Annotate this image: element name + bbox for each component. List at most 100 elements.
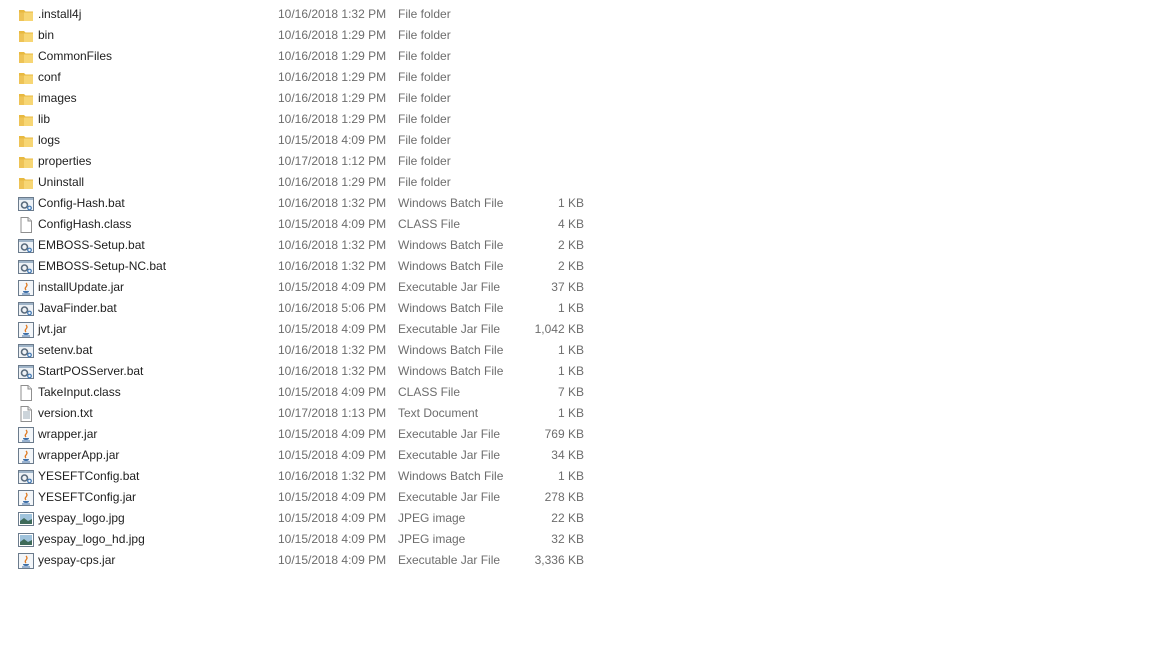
folder-icon bbox=[18, 49, 34, 65]
file-type: File folder bbox=[398, 49, 451, 63]
file-type: Windows Batch File bbox=[398, 259, 504, 273]
file-name: lib bbox=[38, 112, 51, 126]
file-date-modified: 10/15/2018 4:09 PM bbox=[278, 427, 387, 441]
file-type: Windows Batch File bbox=[398, 364, 504, 378]
file-type: Windows Batch File bbox=[398, 343, 504, 357]
file-date-modified: 10/15/2018 4:09 PM bbox=[278, 280, 387, 294]
file-date-modified: 10/16/2018 1:32 PM bbox=[278, 343, 387, 357]
file-date-modified: 10/16/2018 1:29 PM bbox=[278, 112, 387, 126]
file-date-modified: 10/16/2018 1:32 PM bbox=[278, 259, 387, 273]
file-size: 1 KB bbox=[557, 469, 584, 483]
folder-icon bbox=[18, 28, 34, 44]
file-row[interactable]: wrapper.jar 10/15/2018 4:09 PM Executable … bbox=[0, 424, 600, 445]
batch-file-icon bbox=[18, 301, 34, 317]
file-row[interactable]: Uninstall 10/16/2018 1:29 PM File folder bbox=[0, 172, 600, 193]
folder-icon bbox=[18, 133, 34, 149]
file-row[interactable]: ConfigHash.class 10/15/2018 4:09 PM CLASS … bbox=[0, 214, 600, 235]
file-name: CommonFiles bbox=[38, 49, 113, 63]
file-name: conf bbox=[38, 70, 61, 84]
file-size: 2 KB bbox=[557, 238, 584, 252]
file-name: Uninstall bbox=[38, 175, 85, 189]
image-file-icon bbox=[18, 511, 34, 527]
file-size: 2 KB bbox=[557, 259, 584, 273]
file-row[interactable]: .install4j 10/16/2018 1:32 PM File folder bbox=[0, 4, 600, 25]
file-row[interactable]: yespay_logo.jpg 10/15/2018 4:09 PM JPEG im… bbox=[0, 508, 600, 529]
file-date-modified: 10/16/2018 1:32 PM bbox=[278, 196, 387, 210]
file-type: File folder bbox=[398, 7, 451, 21]
file-name: wrapper.jar bbox=[38, 427, 98, 441]
file-row[interactable]: setenv.bat 10/16/2018 1:32 PM Windows Batc… bbox=[0, 340, 600, 361]
file-name: StartPOSServer.bat bbox=[38, 364, 144, 378]
file-size: 1,042 KB bbox=[534, 322, 584, 336]
file-name: images bbox=[38, 91, 77, 105]
file-date-modified: 10/15/2018 4:09 PM bbox=[278, 133, 387, 147]
file-row[interactable]: logs 10/15/2018 4:09 PM File folder bbox=[0, 130, 600, 151]
batch-file-icon bbox=[18, 259, 34, 275]
file-date-modified: 10/16/2018 1:32 PM bbox=[278, 238, 387, 252]
java-jar-icon bbox=[18, 280, 34, 296]
file-row[interactable]: wrapperApp.jar 10/15/2018 4:09 PM Executab… bbox=[0, 445, 600, 466]
file-type: JPEG image bbox=[398, 511, 466, 525]
file-name: ConfigHash.class bbox=[38, 217, 132, 231]
file-date-modified: 10/15/2018 4:09 PM bbox=[278, 490, 387, 504]
file-name: EMBOSS-Setup.bat bbox=[38, 238, 145, 252]
batch-file-icon bbox=[18, 343, 34, 359]
file-size: 1 KB bbox=[557, 406, 584, 420]
file-row[interactable]: CommonFiles 10/16/2018 1:29 PM File folder bbox=[0, 46, 600, 67]
file-type: Windows Batch File bbox=[398, 196, 504, 210]
file-type: Executable Jar File bbox=[398, 490, 501, 504]
file-row[interactable]: Config-Hash.bat 10/16/2018 1:32 PM Windows… bbox=[0, 193, 600, 214]
file-row[interactable]: images 10/16/2018 1:29 PM File folder bbox=[0, 88, 600, 109]
batch-file-icon bbox=[18, 469, 34, 485]
file-date-modified: 10/15/2018 4:09 PM bbox=[278, 385, 387, 399]
file-row[interactable]: yespay_logo_hd.jpg 10/15/2018 4:09 PM JPEG… bbox=[0, 529, 600, 550]
file-name: JavaFinder.bat bbox=[38, 301, 117, 315]
file-row[interactable]: EMBOSS-Setup-NC.bat 10/16/2018 1:32 PM Win… bbox=[0, 256, 600, 277]
file-row[interactable]: jvt.jar 10/15/2018 4:09 PM Executable Jar … bbox=[0, 319, 600, 340]
text-file-icon bbox=[18, 406, 34, 422]
file-name: TakeInput.class bbox=[38, 385, 121, 399]
file-name: yespay_logo.jpg bbox=[38, 511, 125, 525]
file-size: 1 KB bbox=[557, 364, 584, 378]
file-size: 1 KB bbox=[557, 343, 584, 357]
java-jar-icon bbox=[18, 322, 34, 338]
file-name: bin bbox=[38, 28, 55, 42]
file-row[interactable]: TakeInput.class 10/15/2018 4:09 PM CLASS F… bbox=[0, 382, 600, 403]
file-date-modified: 10/15/2018 4:09 PM bbox=[278, 322, 387, 336]
file-name: .install4j bbox=[38, 7, 82, 21]
file-type: File folder bbox=[398, 28, 451, 42]
file-date-modified: 10/16/2018 1:29 PM bbox=[278, 70, 387, 84]
file-row[interactable]: EMBOSS-Setup.bat 10/16/2018 1:32 PM Window… bbox=[0, 235, 600, 256]
file-date-modified: 10/17/2018 1:13 PM bbox=[278, 406, 387, 420]
file-date-modified: 10/16/2018 1:32 PM bbox=[278, 7, 387, 21]
file-size: 32 KB bbox=[551, 532, 584, 546]
file-row[interactable]: properties 10/17/2018 1:12 PM File folder bbox=[0, 151, 600, 172]
file-size: 37 KB bbox=[551, 280, 584, 294]
file-name: Config-Hash.bat bbox=[38, 196, 125, 210]
file-type: Executable Jar File bbox=[398, 553, 501, 567]
file-row[interactable]: yespay-cps.jar 10/15/2018 4:09 PM Executab… bbox=[0, 550, 600, 571]
java-jar-icon bbox=[18, 553, 34, 569]
file-type: Text Document bbox=[398, 406, 479, 420]
file-row[interactable]: bin 10/16/2018 1:29 PM File folder bbox=[0, 25, 600, 46]
file-type: File folder bbox=[398, 70, 451, 84]
file-row[interactable]: YESEFTConfig.jar 10/15/2018 4:09 PM Execut… bbox=[0, 487, 600, 508]
file-type: Windows Batch File bbox=[398, 238, 504, 252]
file-row[interactable]: StartPOSServer.bat 10/16/2018 1:32 PM Wind… bbox=[0, 361, 600, 382]
file-size: 1 KB bbox=[557, 301, 584, 315]
file-row[interactable]: JavaFinder.bat 10/16/2018 5:06 PM Windows … bbox=[0, 298, 600, 319]
file-date-modified: 10/15/2018 4:09 PM bbox=[278, 448, 387, 462]
file-row[interactable]: lib 10/16/2018 1:29 PM File folder bbox=[0, 109, 600, 130]
folder-icon bbox=[18, 7, 34, 23]
file-row[interactable]: YESEFTConfig.bat 10/16/2018 1:32 PM Window… bbox=[0, 466, 600, 487]
file-date-modified: 10/16/2018 1:32 PM bbox=[278, 469, 387, 483]
file-date-modified: 10/16/2018 5:06 PM bbox=[278, 301, 387, 315]
file-row[interactable]: conf 10/16/2018 1:29 PM File folder bbox=[0, 67, 600, 88]
file-name: wrapperApp.jar bbox=[38, 448, 120, 462]
file-name: installUpdate.jar bbox=[38, 280, 125, 294]
file-row[interactable]: installUpdate.jar 10/15/2018 4:09 PM Execu… bbox=[0, 277, 600, 298]
file-row[interactable]: version.txt 10/17/2018 1:13 PM Text Docume… bbox=[0, 403, 600, 424]
file-type: File folder bbox=[398, 91, 451, 105]
file-size: 278 KB bbox=[544, 490, 584, 504]
file-type: CLASS File bbox=[398, 217, 461, 231]
